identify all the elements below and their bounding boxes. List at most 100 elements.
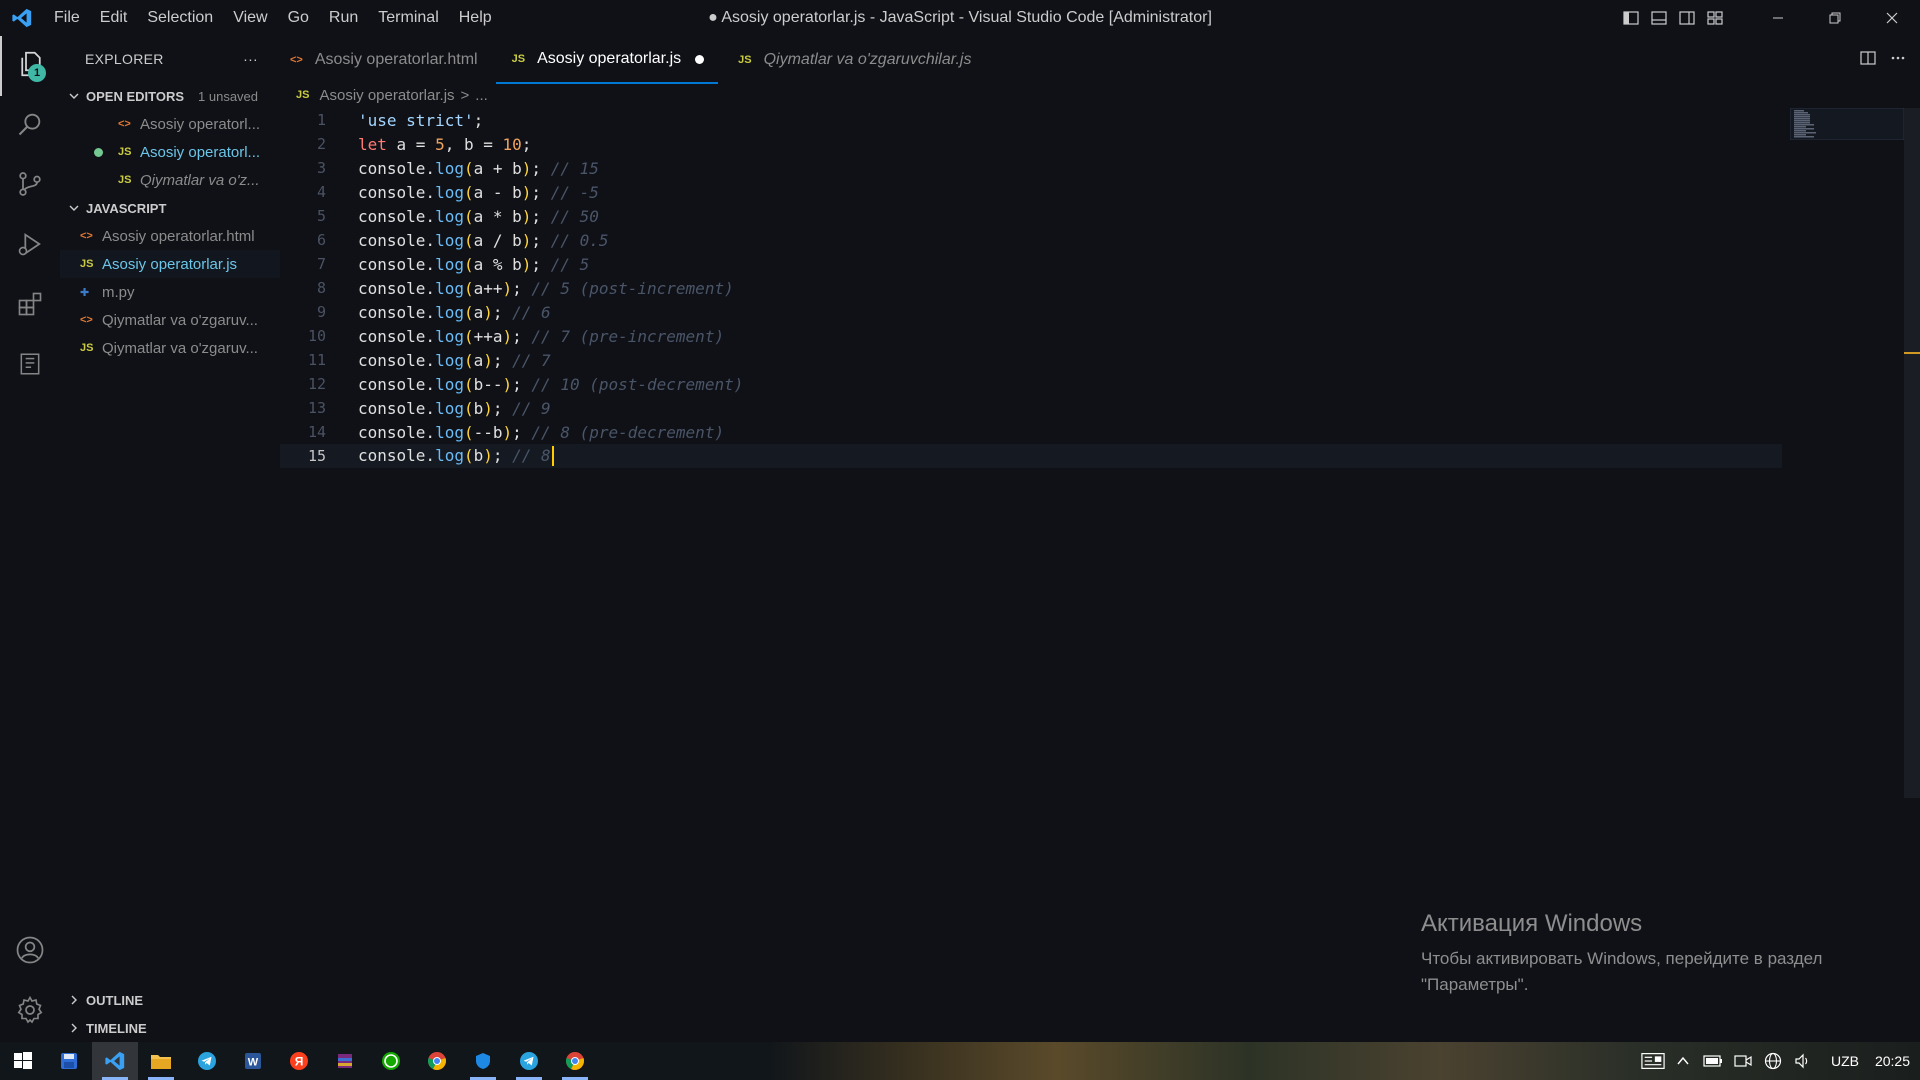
extensions-activity[interactable] bbox=[0, 276, 60, 336]
save-app-icon[interactable] bbox=[46, 1042, 92, 1080]
vscode-taskbar-icon[interactable] bbox=[92, 1042, 138, 1080]
file-item-selected[interactable]: JS Asosiy operatorlar.js bbox=[60, 250, 280, 278]
source-control-activity[interactable] bbox=[0, 156, 60, 216]
tab-html[interactable]: <> Asosiy operatorlar.html bbox=[280, 36, 496, 84]
line-number: 8 bbox=[316, 279, 326, 297]
open-editor-item-active[interactable]: JS Asosiy operatorl... bbox=[60, 138, 280, 166]
explorer-activity[interactable]: 1 bbox=[0, 36, 60, 96]
watermark-title: Активация Windows bbox=[1421, 910, 1643, 937]
menu-selection[interactable]: Selection bbox=[137, 0, 223, 36]
tab-actions bbox=[1860, 36, 1906, 84]
code-comment: // 15 bbox=[550, 158, 599, 178]
chrome-icon-2[interactable] bbox=[552, 1042, 598, 1080]
manage-activity[interactable] bbox=[0, 982, 60, 1042]
file-item[interactable]: <> Asosiy operatorlar.html bbox=[60, 222, 280, 250]
line-number: 14 bbox=[307, 423, 326, 441]
activity-bottom bbox=[0, 922, 60, 1042]
menu-edit[interactable]: Edit bbox=[90, 0, 138, 36]
tab-qiymatlar[interactable]: JS Qiymatlar va o'zgaruvchilar.js bbox=[718, 36, 989, 84]
input-language[interactable]: UZB bbox=[1831, 1053, 1859, 1069]
toggle-panel-icon[interactable] bbox=[1645, 0, 1673, 36]
vertical-scrollbar[interactable] bbox=[1904, 108, 1920, 798]
winrar-icon[interactable] bbox=[322, 1042, 368, 1080]
explorer-title: EXPLORER bbox=[85, 51, 164, 67]
accounts-activity[interactable] bbox=[0, 922, 60, 982]
breadcrumb-separator: > bbox=[460, 86, 470, 104]
code-line: 10 console.log(++a); // 7 (pre-increment… bbox=[280, 324, 1780, 348]
folder-label: JAVASCRIPT bbox=[86, 200, 167, 216]
tab-label: Asosiy operatorlar.html bbox=[314, 51, 478, 68]
chrome-icon[interactable] bbox=[414, 1042, 460, 1080]
html-file-icon: <> bbox=[80, 314, 93, 326]
breadcrumb-file[interactable]: Asosiy operatorlar.js bbox=[319, 87, 454, 104]
explorer-more-button[interactable]: ··· bbox=[243, 51, 258, 67]
toggle-secondary-sidebar-icon[interactable] bbox=[1673, 0, 1701, 36]
code-text: ; bbox=[531, 182, 551, 202]
file-item[interactable]: <> Qiymatlar va o'zgaruv... bbox=[60, 306, 280, 334]
minimap[interactable] bbox=[1789, 107, 1905, 141]
toggle-primary-sidebar-icon[interactable] bbox=[1617, 0, 1645, 36]
close-button[interactable] bbox=[1863, 0, 1920, 36]
timeline-section[interactable]: TIMELINE bbox=[60, 1014, 280, 1042]
yandex-browser-icon[interactable]: Я bbox=[276, 1042, 322, 1080]
code-line: 13 console.log(b); // 9 bbox=[280, 396, 1780, 420]
file-item[interactable]: ✚ m.py bbox=[60, 278, 280, 306]
code-text: console.log(a - b) bbox=[358, 182, 532, 202]
battery-icon[interactable] bbox=[1701, 1042, 1725, 1080]
network-globe-icon[interactable] bbox=[1761, 1042, 1785, 1080]
code-line: 14 console.log(--b); // 8 (pre-decrement… bbox=[280, 420, 1780, 444]
code-editor[interactable]: 1 'use strict'; 2 let a = 5, b = 10; 3 c… bbox=[280, 108, 1904, 1042]
outline-section[interactable]: OUTLINE bbox=[60, 986, 280, 1014]
tab-js-active[interactable]: JS Asosiy operatorlar.js bbox=[495, 36, 719, 84]
search-activity[interactable] bbox=[0, 96, 60, 156]
clock[interactable]: 20:25 bbox=[1875, 1053, 1910, 1069]
open-editor-item[interactable]: <> Asosiy operatorl... bbox=[60, 110, 280, 138]
code-comment: // 9 bbox=[512, 398, 551, 418]
file-explorer-icon[interactable] bbox=[138, 1042, 184, 1080]
menu-run[interactable]: Run bbox=[319, 0, 368, 36]
line-number: 4 bbox=[316, 183, 326, 201]
chevron-up-icon[interactable] bbox=[1671, 1042, 1695, 1080]
upwork-app-icon[interactable] bbox=[368, 1042, 414, 1080]
customize-layout-icon[interactable] bbox=[1701, 0, 1729, 36]
open-editor-item[interactable]: JS Qiymatlar va o'z... bbox=[60, 166, 280, 194]
menu-file[interactable]: File bbox=[44, 0, 90, 36]
line-number: 5 bbox=[316, 207, 326, 225]
unsaved-count: 1 unsaved bbox=[198, 88, 259, 104]
restore-button[interactable] bbox=[1806, 0, 1863, 36]
open-editors-section[interactable]: OPEN EDITORS 1 unsaved bbox=[60, 82, 280, 110]
line-number: 7 bbox=[316, 255, 326, 273]
sidebar-bottom-sections: OUTLINE TIMELINE bbox=[60, 986, 280, 1042]
code-text: console.log(b) bbox=[358, 398, 493, 418]
code-text: ; bbox=[492, 302, 513, 322]
volume-icon[interactable] bbox=[1791, 1042, 1815, 1080]
menu-go[interactable]: Go bbox=[278, 0, 319, 36]
code-line: 11 console.log(a); // 7 bbox=[280, 348, 1780, 372]
code-text: console.log(a + b) bbox=[358, 158, 532, 178]
telegram-icon[interactable] bbox=[184, 1042, 230, 1080]
word-icon[interactable]: W bbox=[230, 1042, 276, 1080]
title-controls bbox=[1617, 0, 1920, 36]
breadcrumb: JS Asosiy operatorlar.js > ... bbox=[296, 84, 488, 106]
telegram-icon-2[interactable] bbox=[506, 1042, 552, 1080]
more-actions-icon[interactable] bbox=[1890, 50, 1906, 71]
javascript-folder-section[interactable]: JAVASCRIPT bbox=[60, 194, 280, 222]
menu-view[interactable]: View bbox=[223, 0, 277, 36]
file-item[interactable]: JS Qiymatlar va o'zgaruv... bbox=[60, 334, 280, 362]
minimize-button[interactable] bbox=[1749, 0, 1806, 36]
unsaved-dot-icon[interactable] bbox=[695, 54, 705, 64]
run-debug-activity[interactable] bbox=[0, 216, 60, 276]
account-icon bbox=[15, 935, 45, 970]
tab-label: Qiymatlar va o'zgaruvchilar.js bbox=[763, 51, 972, 68]
start-button[interactable] bbox=[0, 1042, 46, 1080]
line-number: 12 bbox=[307, 375, 326, 393]
remote-explorer-activity[interactable] bbox=[0, 336, 60, 396]
news-widget-icon[interactable] bbox=[1641, 1042, 1665, 1080]
menu-terminal[interactable]: Terminal bbox=[368, 0, 448, 36]
menu-help[interactable]: Help bbox=[449, 0, 502, 36]
meet-now-icon[interactable] bbox=[1731, 1042, 1755, 1080]
breadcrumb-symbols[interactable]: ... bbox=[475, 87, 488, 104]
shield-app-icon[interactable] bbox=[460, 1042, 506, 1080]
explorer-header: EXPLORER ··· bbox=[60, 36, 280, 82]
split-editor-icon[interactable] bbox=[1860, 50, 1876, 71]
